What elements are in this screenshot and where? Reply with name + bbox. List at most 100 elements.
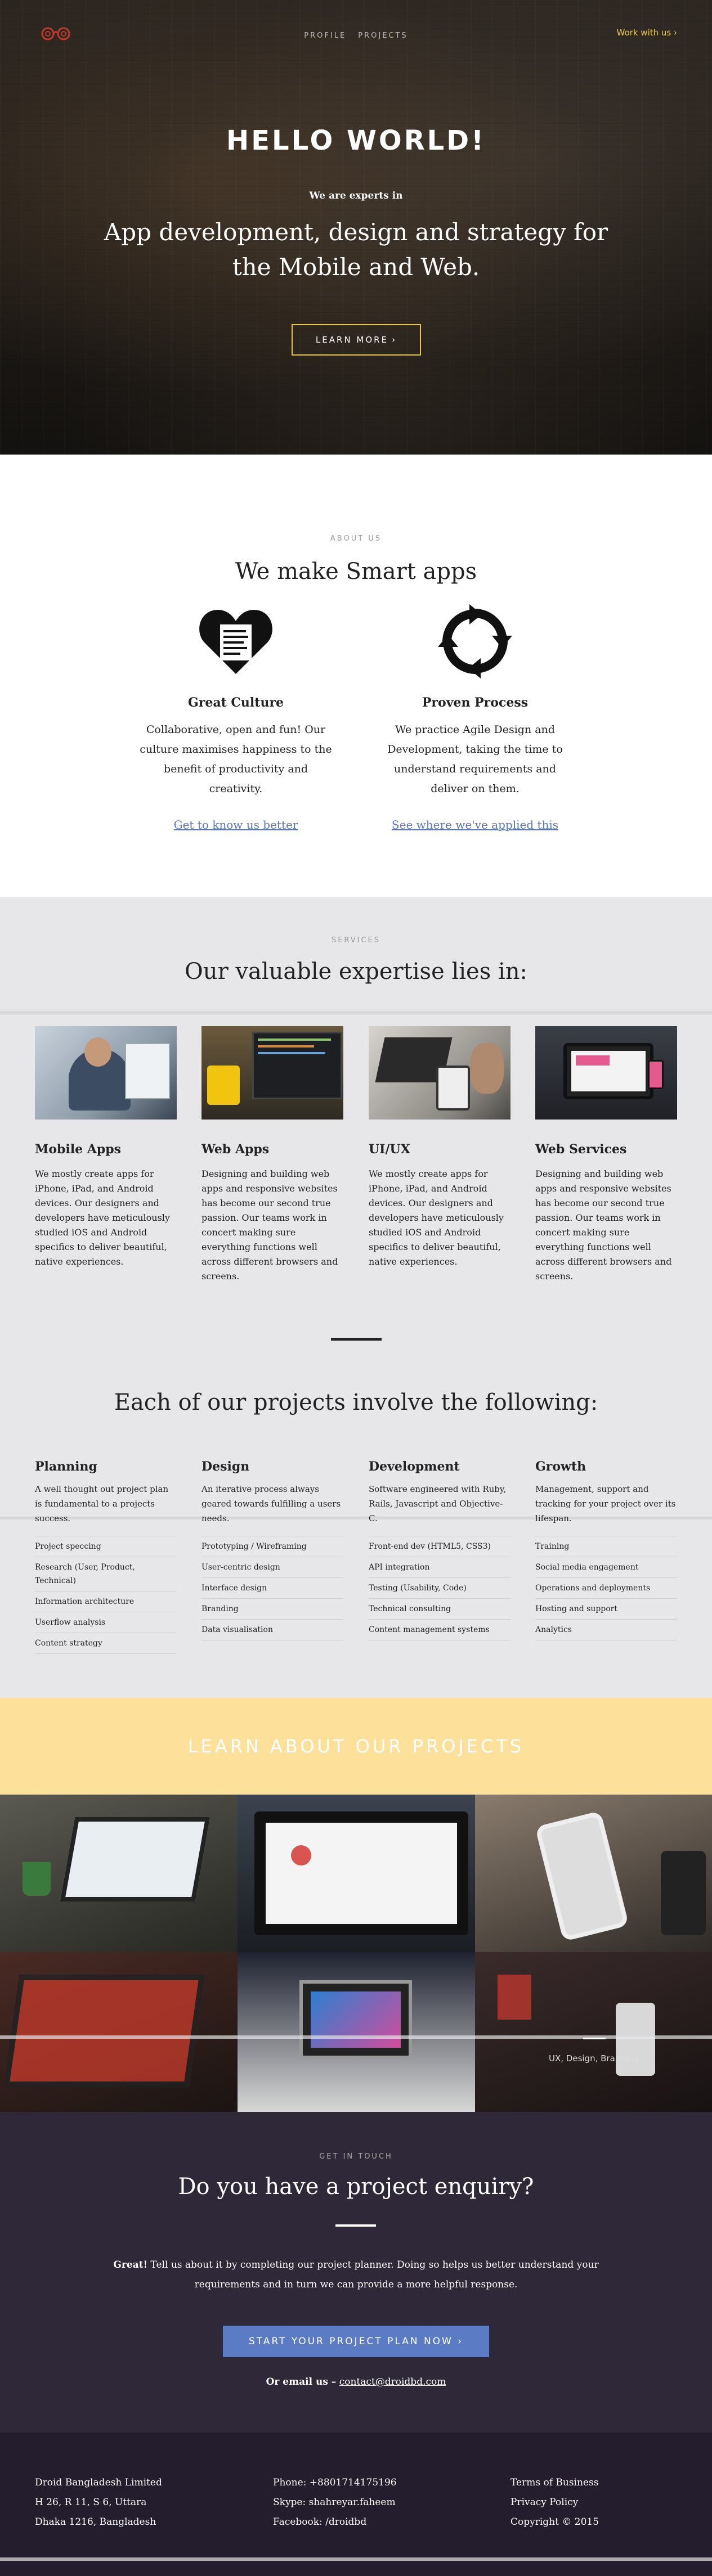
work-with-us-link[interactable]: Work with us ›: [617, 28, 677, 38]
chevron-right-icon: ›: [458, 2336, 464, 2347]
phase-list: Training Social media engagement Operati…: [535, 1536, 677, 1640]
list-item: Research (User, Product, Technical): [35, 1557, 177, 1592]
phase-title: Planning: [35, 1459, 97, 1474]
list-item: User-centric design: [201, 1557, 343, 1578]
gallery-tile[interactable]: [0, 1795, 238, 1952]
project-phase-planning: Planning A well thought out project plan…: [35, 1459, 177, 1654]
divider-line: [0, 1011, 712, 1015]
gallery-caption: UX, Design, Branding: [549, 2053, 639, 2064]
list-item: Content strategy: [35, 1633, 177, 1654]
phase-title: Growth: [535, 1459, 586, 1474]
list-item: Userflow analysis: [35, 1612, 177, 1633]
about-column-text: Collaborative, open and fun! Our culture…: [140, 723, 332, 795]
service-photo: [35, 1026, 177, 1120]
service-photo: [201, 1026, 343, 1120]
service-card-mobile: Mobile Apps We mostly create apps for iP…: [35, 1026, 177, 1269]
footer-phone: Phone: +8801714175196: [273, 2477, 397, 2488]
list-item: Social media engagement: [535, 1557, 677, 1578]
contact-eyebrow: GET IN TOUCH: [319, 2152, 393, 2161]
about-column-title: Proven Process: [422, 695, 529, 710]
privacy-link[interactable]: Privacy Policy: [511, 2493, 599, 2512]
footer-address-line: H 26, R 11, S 6, Uttara: [35, 2497, 147, 2508]
top-nav: PROFILE PROJECTS Work with us ›: [0, 0, 712, 68]
project-phase-design: Design An iterative process always geare…: [201, 1459, 343, 1640]
contact-description: Great! Tell us about it by completing ou…: [96, 2255, 616, 2295]
services-section: SERVICES Our valuable expertise lies in:…: [0, 897, 712, 1698]
phase-title: Development: [369, 1459, 460, 1474]
footer-address: Droid Bangladesh Limited H 26, R 11, S 6…: [35, 2473, 162, 2532]
service-text: Designing and building web apps and resp…: [535, 1168, 672, 1282]
gallery-tile[interactable]: [0, 1952, 238, 2112]
phase-list: Front-end dev (HTML5, CSS3) API integrat…: [369, 1536, 511, 1640]
gallery-tile[interactable]: [238, 1952, 475, 2112]
service-title: Web Apps: [201, 1142, 270, 1157]
heart-document-icon: [199, 610, 272, 674]
gallery-tile[interactable]: [238, 1795, 475, 1952]
footer-facebook: Facebook: /droidbd: [273, 2516, 367, 2528]
footer-address-line: Dhaka 1216, Bangladesh: [35, 2516, 156, 2528]
list-item: API integration: [369, 1557, 511, 1578]
phase-text: Software engineered with Ruby, Rails, Ja…: [369, 1484, 507, 1523]
footer-links: Terms of Business Privacy Policy Copyrig…: [511, 2473, 599, 2532]
section-divider: [331, 1338, 382, 1341]
list-item: Testing (Usability, Code): [369, 1578, 511, 1599]
site-footer: Droid Bangladesh Limited H 26, R 11, S 6…: [0, 2433, 712, 2576]
learn-projects-label: LEARN ABOUT OUR PROJECTS: [187, 1736, 525, 1757]
list-item: Front-end dev (HTML5, CSS3): [369, 1536, 511, 1557]
phase-list: Project speccing Research (User, Product…: [35, 1536, 177, 1654]
chevron-right-icon: ›: [392, 335, 397, 345]
footer-contacts: Phone: +8801714175196 Skype: shahreyar.f…: [273, 2473, 397, 2532]
list-item: Hosting and support: [535, 1599, 677, 1620]
contact-desc-text: Tell us about it by completing our proje…: [147, 2259, 599, 2290]
contact-lead: Great!: [113, 2259, 148, 2271]
service-title: Mobile Apps: [35, 1142, 122, 1157]
start-project-label: START YOUR PROJECT PLAN NOW: [248, 2336, 453, 2347]
start-project-button[interactable]: START YOUR PROJECT PLAN NOW ›: [223, 2326, 489, 2357]
learn-projects-banner[interactable]: LEARN ABOUT OUR PROJECTS: [0, 1698, 712, 1795]
hero-title: HELLO WORLD!: [226, 125, 486, 156]
list-item: Training: [535, 1536, 677, 1557]
contact-divider: [335, 2224, 376, 2227]
about-column-title: Great Culture: [187, 695, 284, 710]
projects-title: Each of our projects involve the followi…: [114, 1390, 598, 1415]
email-link[interactable]: contact@droidbd.com: [339, 2376, 446, 2388]
service-title: UI/UX: [369, 1142, 410, 1157]
service-card-web: Web Apps Designing and building web apps…: [201, 1026, 343, 1284]
learn-more-button[interactable]: LEARN MORE ›: [292, 324, 421, 356]
about-eyebrow: ABOUT US: [330, 534, 382, 543]
service-text: We mostly create apps for iPhone, iPad, …: [369, 1168, 504, 1267]
service-title: Web Services: [535, 1142, 627, 1157]
list-item: Operations and deployments: [535, 1578, 677, 1599]
services-eyebrow: SERVICES: [331, 936, 381, 945]
contact-section: GET IN TOUCH Do you have a project enqui…: [0, 2112, 712, 2433]
phase-text: Management, support and tracking for you…: [535, 1484, 676, 1523]
project-phase-growth: Growth Management, support and tracking …: [535, 1459, 677, 1640]
terms-link[interactable]: Terms of Business: [511, 2473, 599, 2493]
hero-section: PROFILE PROJECTS Work with us › HELLO WO…: [0, 0, 712, 455]
footer-company: Droid Bangladesh Limited: [35, 2477, 162, 2488]
project-gallery: UX, Design, Branding: [0, 1795, 712, 2112]
hero-tagline: App development, design and strategy for…: [104, 218, 608, 281]
gallery-tile[interactable]: [475, 1795, 712, 1952]
list-item: Branding: [201, 1599, 343, 1620]
service-text: Designing and building web apps and resp…: [201, 1168, 338, 1282]
list-item: Analytics: [535, 1620, 677, 1640]
service-photo: [535, 1026, 677, 1120]
nav-links: PROFILE PROJECTS: [0, 29, 712, 40]
nav-link-profile[interactable]: PROFILE: [304, 32, 346, 40]
see-process-link[interactable]: See where we've applied this: [376, 818, 574, 831]
copyright-text: Copyright © 2015: [511, 2516, 599, 2528]
list-item: Prototyping / Wireframing: [201, 1536, 343, 1557]
get-to-know-us-link[interactable]: Get to know us better: [137, 818, 335, 831]
about-column-text: We practice Agile Design and Development…: [387, 723, 563, 795]
list-item: Data visualisation: [201, 1620, 343, 1640]
nav-link-projects[interactable]: PROJECTS: [358, 32, 408, 40]
phase-title: Design: [201, 1459, 250, 1474]
gallery-tile[interactable]: [475, 1952, 712, 2112]
footer-skype: Skype: shahreyar.faheem: [273, 2497, 396, 2508]
chevron-right-icon: ›: [674, 28, 677, 38]
service-text: We mostly create apps for iPhone, iPad, …: [35, 1168, 170, 1267]
email-label: Or email us –: [266, 2376, 337, 2388]
about-column-culture: Great Culture Collaborative, open and fu…: [137, 602, 335, 831]
divider-line: [0, 2557, 712, 2561]
